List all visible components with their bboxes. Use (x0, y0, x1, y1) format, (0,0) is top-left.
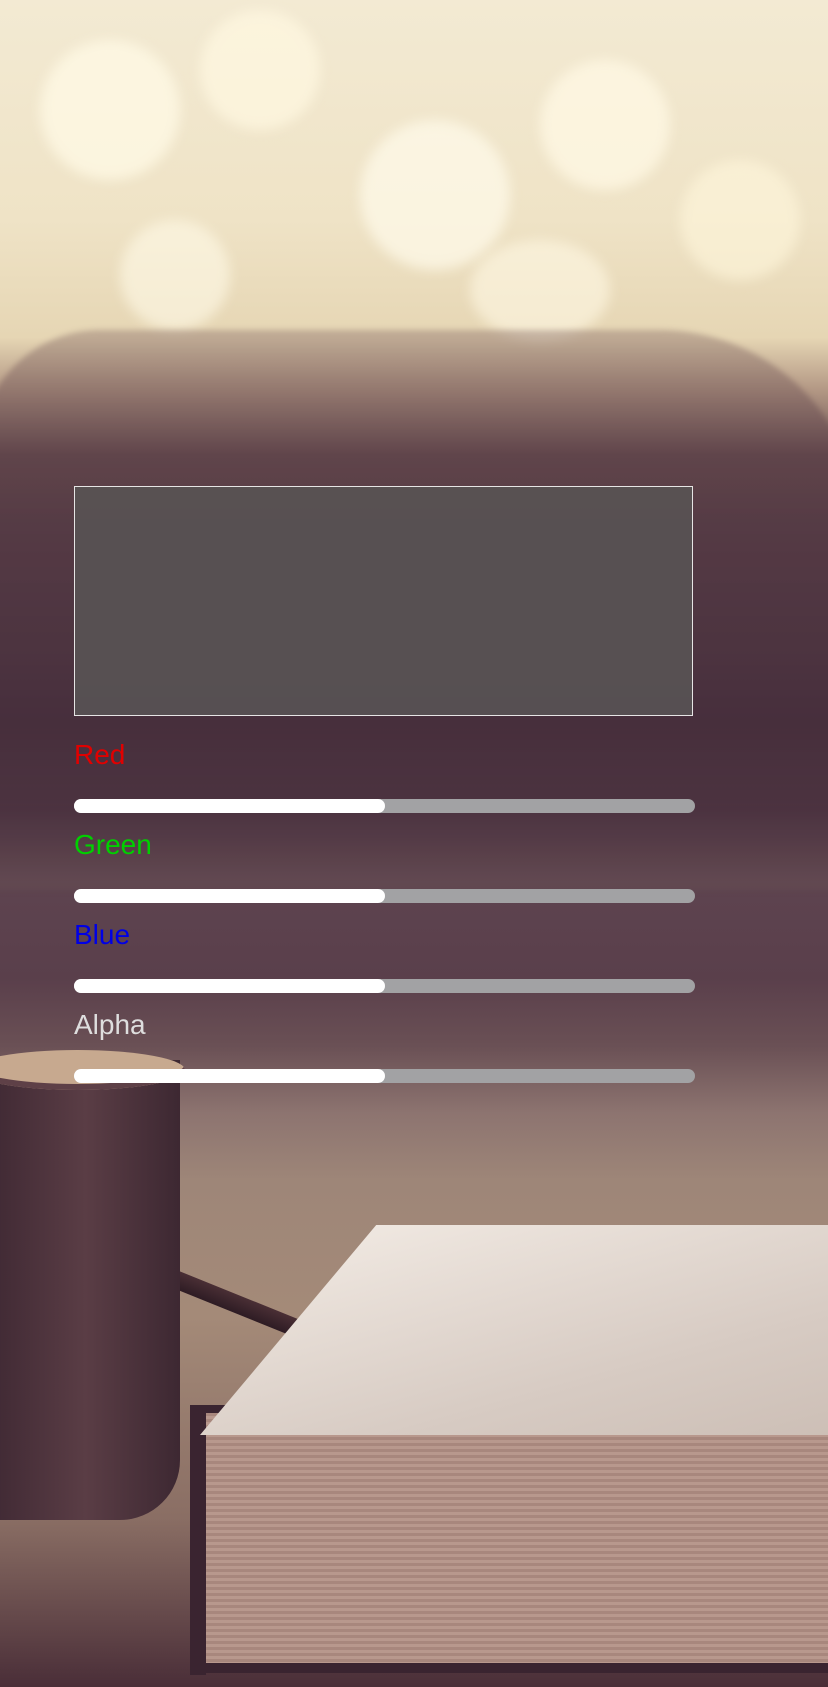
book-cover (200, 1225, 828, 1435)
green-label: Green (74, 829, 152, 860)
book-spine (190, 1405, 206, 1675)
color-preview (74, 486, 693, 716)
bokeh-light (680, 160, 800, 280)
green-control: Green (74, 829, 695, 903)
mug-shape (0, 1060, 180, 1520)
alpha-label: Alpha (74, 1009, 146, 1040)
blue-control: Blue (74, 919, 695, 993)
alpha-control: Alpha (74, 1009, 695, 1083)
red-slider[interactable] (74, 799, 695, 813)
bokeh-light (540, 60, 670, 190)
bokeh-light (40, 40, 180, 180)
alpha-slider[interactable] (74, 1069, 695, 1083)
green-slider[interactable] (74, 889, 695, 903)
blue-slider[interactable] (74, 979, 695, 993)
bokeh-light (120, 220, 230, 330)
bokeh-light (200, 10, 320, 130)
alpha-slider-fill (74, 1069, 385, 1083)
blue-slider-fill (74, 979, 385, 993)
green-slider-fill (74, 889, 385, 903)
red-slider-fill (74, 799, 385, 813)
bokeh-light (360, 120, 510, 270)
bokeh-light (470, 240, 610, 340)
red-control: Red (74, 739, 695, 813)
red-label: Red (74, 739, 126, 770)
book-pages (190, 1405, 828, 1673)
blue-label: Blue (74, 919, 131, 950)
